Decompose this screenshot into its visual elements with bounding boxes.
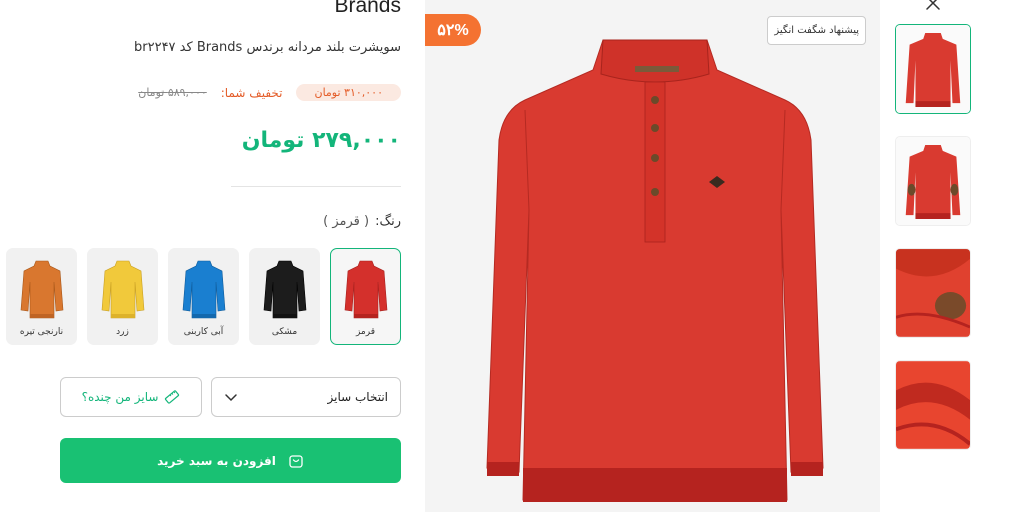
- discount-percent-badge: ۵۲%: [425, 14, 481, 46]
- color-option-label: قرمز: [355, 327, 376, 337]
- shirt-thumbnail: [182, 260, 226, 319]
- close-icon[interactable]: [924, 0, 942, 12]
- color-option-black[interactable]: مشکی: [249, 248, 320, 345]
- size-guide-label: سایز من چنده؟: [81, 390, 159, 404]
- color-option-label: مشکی: [271, 327, 298, 337]
- color-swatches: قرمز مشکی آبی کاربنی زرد نارنجی تیره: [6, 248, 401, 345]
- color-option-red[interactable]: قرمز: [330, 248, 401, 345]
- chevron-down-icon: [225, 394, 237, 402]
- thumbnail-image: [896, 137, 970, 225]
- thumbnail-image: [896, 361, 970, 449]
- add-to-cart-button[interactable]: افزودن به سبد خرید: [60, 438, 401, 483]
- sweatshirt-image: [486, 39, 824, 502]
- color-option-label: نارنجی تیره: [19, 327, 64, 337]
- size-guide-button[interactable]: سایز من چنده؟: [60, 377, 202, 417]
- thumbnail-back[interactable]: [895, 136, 971, 226]
- brand-name: Brands: [334, 0, 401, 17]
- color-option-dark-orange[interactable]: نارنجی تیره: [6, 248, 77, 345]
- discount-row: ۳۱۰,۰۰۰ تومان تخفیف شما: ۵۸۹,۰۰۰ تومان: [138, 84, 401, 101]
- thumbnail-front[interactable]: [895, 24, 971, 114]
- thumbnail-detail-elbow[interactable]: [895, 248, 971, 338]
- old-price: ۵۸۹,۰۰۰ تومان: [138, 86, 207, 99]
- main-product-image[interactable]: ۵۲% پیشنهاد شگفت انگیز: [425, 0, 880, 512]
- shirt-thumbnail: [263, 260, 307, 319]
- color-label: رنگ:: [375, 214, 401, 229]
- selected-color: ( قرمز ): [323, 214, 370, 229]
- product-info-panel: Brands سویشرت بلند مردانه برندس Brands ک…: [0, 0, 425, 512]
- ruler-icon: [165, 390, 180, 404]
- color-option-blue[interactable]: آبی کاربنی: [168, 248, 239, 345]
- color-option-label: زرد: [116, 327, 129, 337]
- color-heading: رنگ: ( قرمز ): [323, 214, 401, 229]
- color-option-label: آبی کاربنی: [183, 327, 224, 337]
- shirt-thumbnail: [20, 260, 64, 319]
- add-to-cart-label: افزودن به سبد خرید: [157, 453, 276, 468]
- discount-label: تخفیف شما:: [220, 85, 283, 100]
- color-option-yellow[interactable]: زرد: [87, 248, 158, 345]
- size-select[interactable]: انتخاب سایز: [211, 377, 401, 417]
- thumbnail-image: [896, 25, 970, 113]
- shirt-thumbnail: [344, 260, 388, 319]
- discount-amount-badge: ۳۱۰,۰۰۰ تومان: [296, 84, 401, 101]
- thumbnail-image: [896, 249, 970, 337]
- shirt-thumbnail: [101, 260, 145, 319]
- thumbnail-detail-fabric[interactable]: [895, 360, 971, 450]
- product-title: سویشرت بلند مردانه برندس Brands کد br۲۲۴…: [134, 40, 401, 55]
- shopping-bag-icon: [289, 454, 303, 468]
- size-select-label: انتخاب سایز: [327, 390, 388, 404]
- current-price: ۲۷۹,۰۰۰ تومان: [241, 128, 401, 153]
- thumbnail-gallery: [880, 0, 1024, 512]
- divider: [231, 186, 401, 187]
